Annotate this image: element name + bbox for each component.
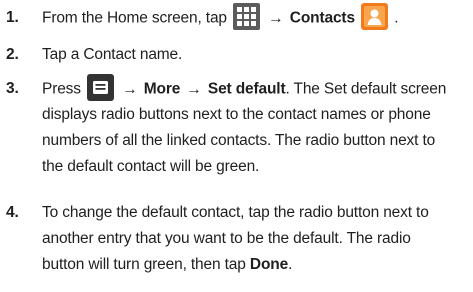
contacts-label: Contacts [289,9,355,27]
apps-grid-icon [233,3,261,30]
more-label: More [143,80,181,98]
step-line: From the Home screen, tap → Contacts . [42,3,470,31]
step-text: To change the default contact, tap the r… [42,200,470,278]
step-line: Tap a Contact name. [42,46,183,63]
step-text: Tap a Contact name. [42,42,470,68]
step-text-segment: button will turn green, then tap [42,256,246,273]
step-text: From the Home screen, tap → Contacts . [42,3,470,31]
contacts-icon [361,3,389,30]
step-number: 3. [6,80,19,97]
step-text-segment: From the Home screen, tap [42,9,227,27]
step-text-segment: Press [42,80,81,98]
step-text-segment: . [288,256,293,273]
done-label: Done [249,256,289,273]
step-line: button will turn green, then tap Done. [42,252,470,278]
step-line: another entry that you want to be the de… [42,230,411,247]
step-number: 2. [6,46,19,63]
step-line: Press → More → Set default. The Set defa… [42,74,470,102]
menu-key-icon [87,74,115,101]
step-text-segment: . The Set default screen [285,80,447,98]
instruction-steps: 1. From the Home screen, tap → Contacts … [0,0,473,292]
step-number: 4. [6,204,19,221]
step-line: To change the default contact, tap the r… [42,204,429,221]
step-line: the default contact will be green. [42,158,260,175]
arrow-glyph: → [186,80,202,98]
step-text: Press → More → Set default. The Set defa… [42,74,470,180]
step-line: numbers of all the linked contacts. The … [42,132,436,149]
arrow-glyph: → [268,9,284,27]
arrow-glyph: → [122,80,138,98]
set-default-label: Set default [207,80,286,98]
step-number: 1. [6,9,19,26]
step-line: displays radio buttons next to the conta… [42,106,431,123]
step-text-segment: . [394,9,399,27]
